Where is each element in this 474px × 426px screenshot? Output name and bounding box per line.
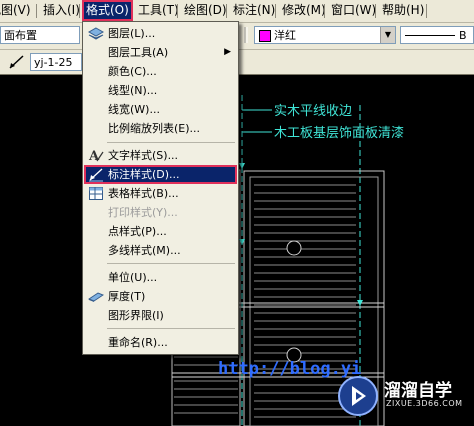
menu-item-label: 线型(N)... [108,84,158,97]
menu-separator [107,142,235,143]
brand-logo-icon [338,376,378,416]
dimstyle-combo[interactable]: yj-1-25 [30,53,82,71]
brand-watermark: 溜溜自学 ZIXUE.3D66.COM [336,372,474,422]
toolbar-grip[interactable] [243,27,249,43]
menu-item-label: 厚度(T) [108,290,146,303]
menu-separator [107,263,235,264]
menu-item-label: 单位(U)... [108,271,158,284]
menu-item-units[interactable]: 单位(U)... [84,268,237,287]
menu-divider [324,4,325,18]
menu-item-label: 打印样式(Y)... [108,206,178,219]
menu-item-lineweight[interactable]: 线宽(W)... [84,100,237,119]
menu-item-label: 比例缩放列表(E)... [108,122,201,135]
menu-insert[interactable]: 插入(I) [40,1,83,20]
menu-item-label: 图层工具(A) [108,46,169,59]
annotation-panel-finish: 木工板基层饰面板清漆 [274,126,405,141]
linetype-combo-value: B [459,29,467,42]
menu-item-layers[interactable]: 图层(L)... [84,24,237,43]
menu-divider [375,4,376,18]
menu-help[interactable]: 帮助(H) [379,1,427,20]
menu-item-color[interactable]: 颜色(C)... [84,62,237,81]
menu-divider [275,4,276,18]
menu-item-label: 图层(L)... [108,27,156,40]
menu-item-label: 颜色(C)... [108,65,157,78]
layout-combo[interactable]: 面布置 [0,26,80,44]
annotation-edge-trim: 实木平线收边 [274,104,353,119]
menu-divider [426,4,427,18]
menu-item-label: 点样式(P)... [108,225,167,238]
menu-item-scale-list[interactable]: 比例缩放列表(E)... [84,119,237,138]
menu-divider [177,4,178,18]
format-menu: 图层(L)... 图层工具(A) ▶ 颜色(C)... 线型(N)... 线宽(… [82,21,239,355]
layers-icon [87,26,105,41]
menu-item-table-style[interactable]: 表格样式(B)... [84,184,237,203]
menu-item-dimension-style[interactable]: 标注样式(D)... [84,165,237,184]
menu-item-multiline-style[interactable]: 多线样式(M)... [84,241,237,260]
menu-item-label: 重命名(R)... [108,336,168,349]
menu-window[interactable]: 窗口(W) [328,1,379,20]
menu-item-rename[interactable]: 重命名(R)... [84,333,237,352]
menu-item-label: 图形界限(I) [108,309,164,322]
grip-icon [244,27,248,43]
menu-dimension[interactable]: 标注(N) [230,1,278,20]
dimstyle-button[interactable] [8,53,26,71]
linetype-preview-icon [405,35,455,36]
brand-subtitle: ZIXUE.3D66.COM [386,399,463,408]
menu-divider [36,4,37,18]
submenu-arrow-icon: ▶ [224,47,231,57]
menu-separator [107,328,235,329]
menu-item-thickness[interactable]: 厚度(T) [84,287,237,306]
menu-format[interactable]: 格式(O) [82,0,133,21]
menu-item-plot-style: 打印样式(Y)... [84,203,237,222]
linetype-combo[interactable]: B [400,26,474,44]
menu-item-label: 多线样式(M)... [108,244,181,257]
text-style-icon: A [88,148,104,164]
menu-divider [226,4,227,18]
menu-item-linetype[interactable]: 线型(N)... [84,81,237,100]
menu-divider [79,4,80,18]
magenta-swatch-icon [259,30,271,42]
thickness-icon [87,289,105,304]
layout-combo-value: 面布置 [4,29,37,42]
menu-item-layer-tools[interactable]: 图层工具(A) ▶ [84,43,237,62]
chevron-down-icon[interactable]: ▼ [380,27,395,43]
dimension-icon [9,55,24,69]
menu-item-label: 线宽(W)... [108,103,160,116]
dimension-style-icon [88,167,104,182]
menu-item-label: 文字样式(S)... [108,149,179,162]
menu-item-point-style[interactable]: 点样式(P)... [84,222,237,241]
menu-draw[interactable]: 绘图(D) [181,1,230,20]
menu-item-label: 表格样式(B)... [108,187,179,200]
svg-text:A: A [88,149,100,163]
brand-name: 溜溜自学 [384,381,452,401]
table-style-icon [88,186,104,201]
menu-item-text-style[interactable]: A 文字样式(S)... [84,146,237,165]
menu-modify[interactable]: 修改(M) [279,1,329,20]
dimstyle-combo-value: yj-1-25 [34,56,73,69]
menu-bar: 视图(V) 插入(I) 格式(O) 工具(T) 绘图(D) 标注(N) 修改(M… [0,0,474,23]
menu-tools[interactable]: 工具(T) [135,1,182,20]
menu-item-drawing-limits[interactable]: 图形界限(I) [84,306,237,325]
menu-view[interactable]: 视图(V) [0,1,34,20]
menu-item-label: 标注样式(D)... [108,168,180,181]
color-combo[interactable]: 洋红 ▼ [254,26,396,44]
